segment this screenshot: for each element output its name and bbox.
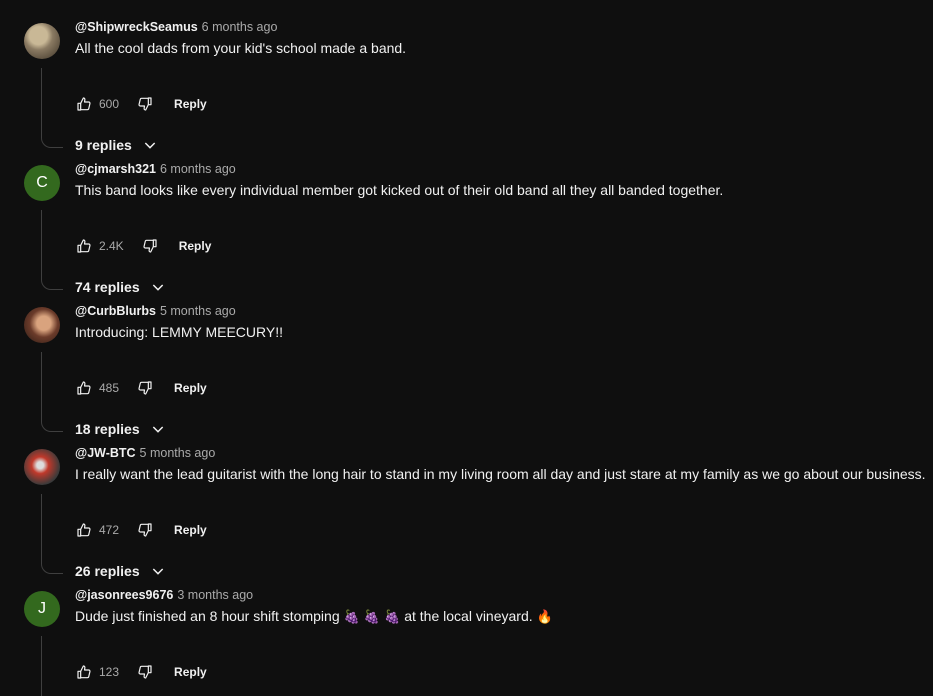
thumbs-down-icon[interactable] xyxy=(136,379,154,397)
avatar-letter: C xyxy=(36,174,48,191)
comment-author[interactable]: @ShipwreckSeamus xyxy=(75,20,198,34)
comment-timestamp[interactable]: 5 months ago xyxy=(160,304,236,318)
comment-author[interactable]: @JW-BTC xyxy=(75,446,136,460)
avatar[interactable] xyxy=(24,23,60,59)
comment-header: @CurbBlurbs 5 months ago xyxy=(75,304,236,326)
comment-text: Dude just finished an 8 hour shift stomp… xyxy=(75,608,553,625)
view-replies-button[interactable]: 74 replies xyxy=(75,279,166,295)
thread-line xyxy=(41,494,42,552)
comment: @ShipwreckSeamus 6 months ago All the co… xyxy=(0,20,933,162)
thread-line xyxy=(41,352,42,410)
comment-header: @jasonrees9676 3 months ago xyxy=(75,588,253,610)
chevron-down-icon xyxy=(152,568,163,575)
comment-header: @JW-BTC 5 months ago xyxy=(75,446,215,468)
thumbs-down-icon[interactable] xyxy=(136,95,154,113)
replies-count: 9 replies xyxy=(75,137,132,153)
comment-text-part: at the local vineyard. xyxy=(400,608,537,624)
comment-timestamp[interactable]: 5 months ago xyxy=(140,446,216,460)
thumbs-down-icon[interactable] xyxy=(141,237,159,255)
comment-text: All the cool dads from your kid's school… xyxy=(75,40,407,56)
reply-button[interactable]: Reply xyxy=(174,381,207,395)
comment-author[interactable]: @jasonrees9676 xyxy=(75,588,173,602)
thumbs-up-icon[interactable] xyxy=(75,237,93,255)
avatar-letter: J xyxy=(38,600,46,617)
like-count: 123 xyxy=(99,665,120,679)
thread-connector xyxy=(41,266,63,290)
like-count: 2.4K xyxy=(99,239,124,253)
avatar[interactable]: J xyxy=(24,591,60,627)
thumbs-up-icon[interactable] xyxy=(75,521,93,539)
comment-timestamp[interactable]: 6 months ago xyxy=(160,162,236,176)
comment-author[interactable]: @cjmarsh321 xyxy=(75,162,156,176)
comment: @CurbBlurbs 5 months ago Introducing: LE… xyxy=(0,304,933,446)
chevron-down-icon xyxy=(152,426,163,433)
comment: @JW-BTC 5 months ago I really want the l… xyxy=(0,446,933,588)
thumbs-up-icon[interactable] xyxy=(75,95,93,113)
comment-actions: 2.4K Reply xyxy=(75,234,211,258)
thread-line xyxy=(41,68,42,126)
comment-text: This band looks like every individual me… xyxy=(75,182,724,198)
reply-button[interactable]: Reply xyxy=(174,97,207,111)
comment-text: Introducing: LEMMY MEECURY!! xyxy=(75,324,284,340)
thread-connector xyxy=(41,550,63,574)
comment-timestamp[interactable]: 6 months ago xyxy=(202,20,278,34)
view-replies-button[interactable]: 26 replies xyxy=(75,563,166,579)
chevron-down-icon xyxy=(144,142,156,149)
grapes-emoji: 🍇 🍇 🍇 xyxy=(343,610,401,625)
thread-line xyxy=(41,636,42,696)
comment-timestamp[interactable]: 3 months ago xyxy=(177,588,253,602)
avatar[interactable]: C xyxy=(24,165,60,201)
comment-actions: 123 Reply xyxy=(75,660,207,684)
thread-line xyxy=(41,210,42,268)
comment-text-part: Dude just finished an 8 hour shift stomp… xyxy=(75,608,344,624)
like-count: 472 xyxy=(99,523,120,537)
replies-count: 26 replies xyxy=(75,563,140,579)
comment-actions: 600 Reply xyxy=(75,92,207,116)
reply-button[interactable]: Reply xyxy=(174,523,207,537)
thumbs-up-icon[interactable] xyxy=(75,663,93,681)
thread-connector xyxy=(41,408,63,432)
comment-actions: 485 Reply xyxy=(75,376,207,400)
reply-button[interactable]: Reply xyxy=(179,239,212,253)
avatar[interactable] xyxy=(24,449,60,485)
replies-count: 18 replies xyxy=(75,421,140,437)
comment-author[interactable]: @CurbBlurbs xyxy=(75,304,156,318)
like-count: 485 xyxy=(99,381,120,395)
avatar[interactable] xyxy=(24,307,60,343)
comment: J @jasonrees9676 3 months ago Dude just … xyxy=(0,588,933,696)
comment-header: @ShipwreckSeamus 6 months ago xyxy=(75,20,277,42)
chevron-down-icon xyxy=(152,284,163,291)
thread-connector xyxy=(41,124,63,148)
fire-emoji: 🔥 xyxy=(536,610,553,625)
thumbs-down-icon[interactable] xyxy=(136,521,154,539)
view-replies-button[interactable]: 9 replies xyxy=(75,137,158,153)
thumbs-up-icon[interactable] xyxy=(75,379,93,397)
comment-text: I really want the lead guitarist with th… xyxy=(75,466,926,482)
reply-button[interactable]: Reply xyxy=(174,665,207,679)
replies-count: 74 replies xyxy=(75,279,140,295)
thumbs-down-icon[interactable] xyxy=(136,663,154,681)
comment-actions: 472 Reply xyxy=(75,518,207,542)
comment-header: @cjmarsh321 6 months ago xyxy=(75,162,236,184)
like-count: 600 xyxy=(99,97,120,111)
view-replies-button[interactable]: 18 replies xyxy=(75,421,166,437)
comment: C @cjmarsh321 6 months ago This band loo… xyxy=(0,162,933,304)
